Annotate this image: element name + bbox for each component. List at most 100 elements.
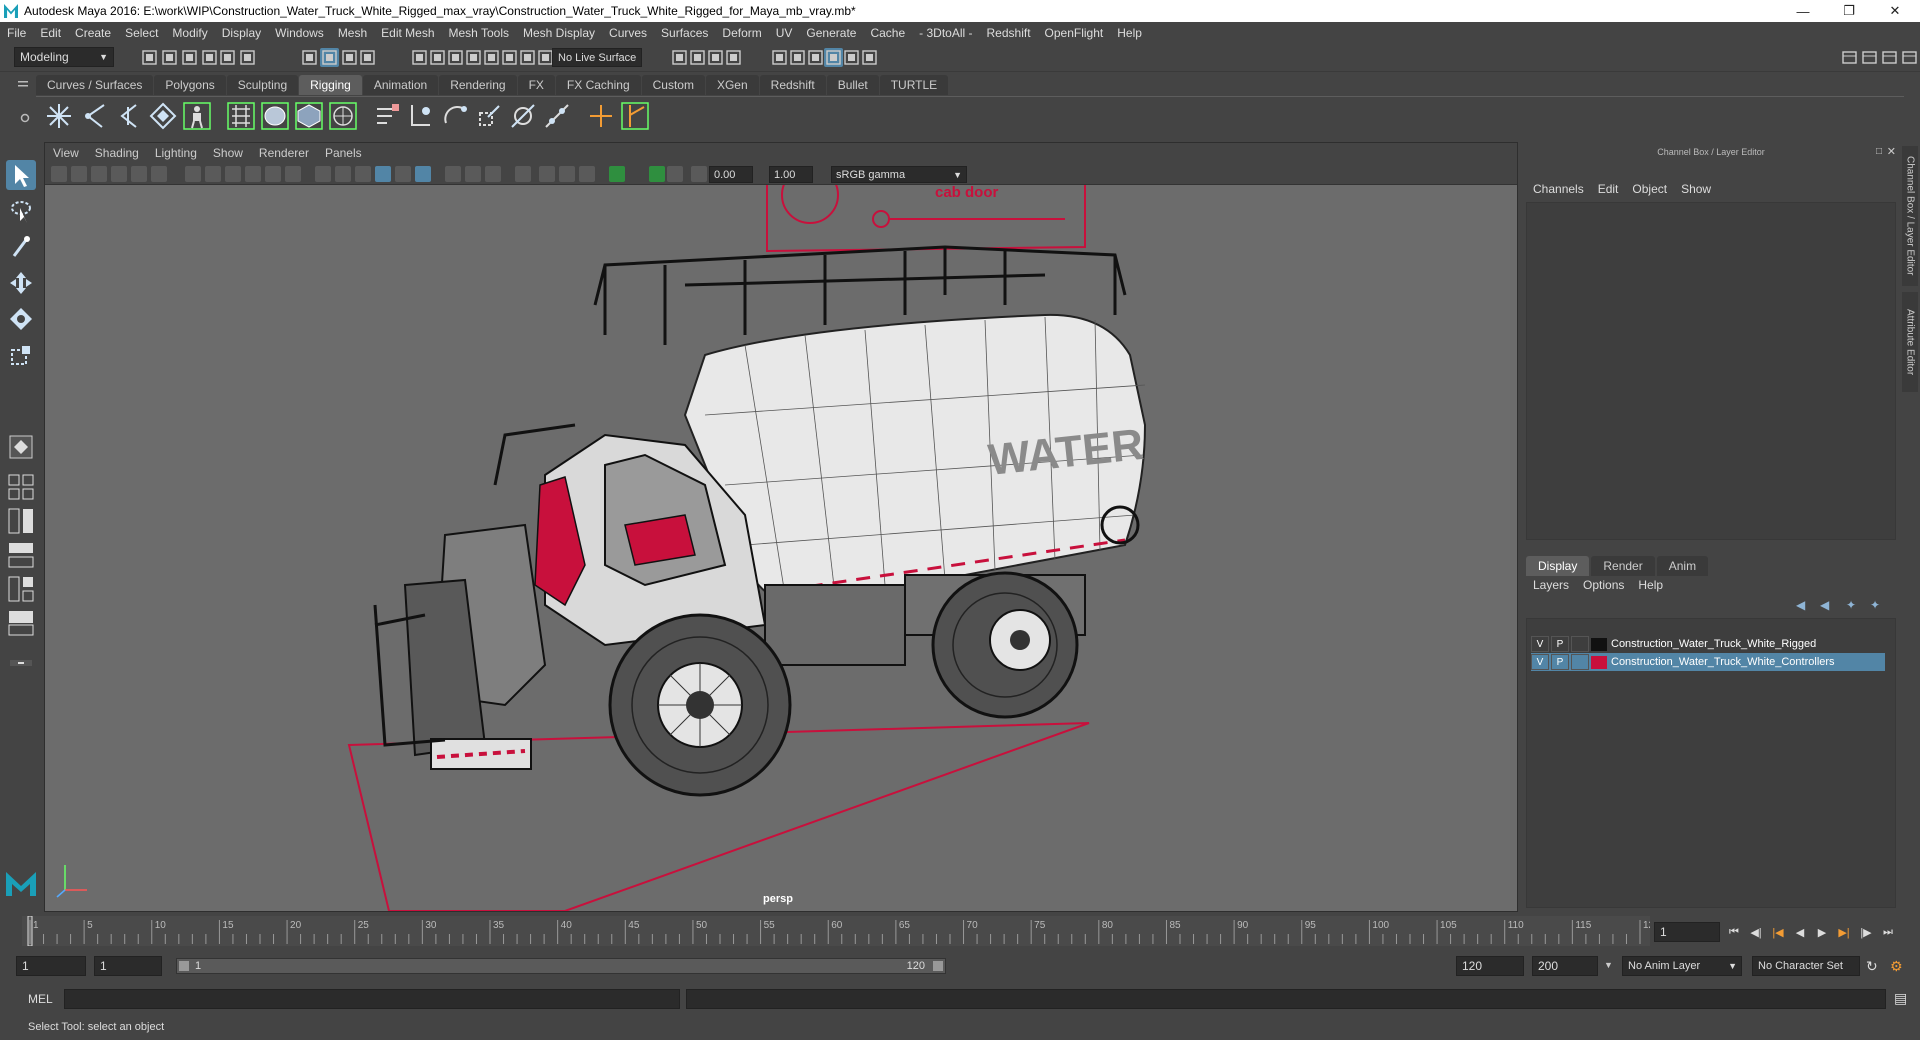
side-tab-channel-box[interactable]: Channel Box / Layer Editor bbox=[1902, 146, 1918, 286]
status-tool-3-icon[interactable] bbox=[180, 48, 199, 67]
colorspace-dropdown[interactable]: sRGB gamma ▼ bbox=[831, 166, 967, 183]
viewport-tool-8-icon[interactable] bbox=[205, 166, 221, 182]
layer-tab-display[interactable]: Display bbox=[1526, 556, 1590, 576]
viewport-tool-28-icon[interactable] bbox=[667, 166, 683, 182]
play-forwards-button[interactable]: ▶ bbox=[1812, 923, 1832, 941]
layer-color-swatch[interactable] bbox=[1591, 655, 1607, 669]
layout-outliner-button[interactable] bbox=[6, 574, 36, 604]
channel-box-area[interactable] bbox=[1526, 202, 1896, 540]
menu-surfaces[interactable]: Surfaces bbox=[654, 26, 715, 40]
layout-graph-button[interactable] bbox=[6, 608, 36, 638]
viewport-tool-16-icon[interactable] bbox=[375, 166, 391, 182]
pole-vector-button[interactable] bbox=[542, 101, 572, 131]
layout-single-button[interactable] bbox=[6, 472, 36, 502]
layer-menu-help[interactable]: Help bbox=[1631, 578, 1670, 592]
float-panel-icon[interactable]: □ bbox=[1876, 146, 1882, 157]
script-editor-icon[interactable]: ▤ bbox=[1894, 990, 1907, 1007]
viewport-tool-20-icon[interactable] bbox=[465, 166, 481, 182]
shelf-tab-rendering[interactable]: Rendering bbox=[439, 75, 517, 95]
layer-tab-render[interactable]: Render bbox=[1591, 556, 1655, 576]
viewport-menu-lighting[interactable]: Lighting bbox=[147, 146, 205, 160]
layer-visibility-toggle[interactable]: V bbox=[1531, 654, 1549, 670]
go-to-start-button[interactable]: ⏮ bbox=[1724, 923, 1744, 941]
menu-edit[interactable]: Edit bbox=[33, 26, 68, 40]
point-constraint-button[interactable] bbox=[406, 101, 436, 131]
toolbox-expand-button[interactable] bbox=[6, 648, 36, 678]
shelf-settings-icon[interactable] bbox=[20, 112, 30, 123]
menu-cache[interactable]: Cache bbox=[863, 26, 912, 40]
menu-deform[interactable]: Deform bbox=[715, 26, 768, 40]
shelf-tab-fx[interactable]: FX bbox=[517, 75, 555, 95]
status-tool-9-icon[interactable] bbox=[340, 48, 359, 67]
viewport-tool-4-icon[interactable] bbox=[111, 166, 127, 182]
parent-constraint-button[interactable] bbox=[372, 101, 402, 131]
menu-windows[interactable]: Windows bbox=[268, 26, 331, 40]
layout-stack-button[interactable] bbox=[6, 540, 36, 570]
viewport-tool-11-icon[interactable] bbox=[265, 166, 281, 182]
viewport-panel[interactable]: View Shading Lighting Show Renderer Panels 0.… bbox=[44, 142, 1518, 912]
range-start-handle[interactable] bbox=[179, 961, 189, 971]
anim-layer-dropdown[interactable]: No Anim Layer ▼ bbox=[1622, 956, 1742, 976]
step-back-key-button[interactable]: ◀| bbox=[1746, 923, 1766, 941]
side-tab-attribute-editor[interactable]: Attribute Editor bbox=[1902, 292, 1918, 392]
shelf-tab-fx-caching[interactable]: FX Caching bbox=[555, 75, 641, 95]
status-tool-16-icon[interactable] bbox=[500, 48, 519, 67]
lattice-button[interactable] bbox=[328, 101, 358, 131]
new-empty-layer-icon[interactable]: ✦ bbox=[1846, 598, 1856, 612]
rotate-tool-button[interactable] bbox=[6, 304, 36, 334]
minimize-button[interactable]: — bbox=[1780, 0, 1826, 22]
shelf-tab-xgen[interactable]: XGen bbox=[705, 75, 759, 95]
viewport-tool-10-icon[interactable] bbox=[245, 166, 261, 182]
move-layer-up-icon[interactable]: ◀ bbox=[1796, 598, 1805, 612]
step-back-frame-button[interactable]: |◀ bbox=[1768, 923, 1788, 941]
channel-menu-object[interactable]: Object bbox=[1625, 182, 1674, 196]
layer-row[interactable]: V P Construction_Water_Truck_White_Control… bbox=[1531, 653, 1885, 671]
status-tool-4-icon[interactable] bbox=[200, 48, 219, 67]
range-slider[interactable]: 1 120 bbox=[176, 958, 946, 974]
command-input[interactable] bbox=[64, 989, 680, 1009]
end-time-field[interactable]: 200 bbox=[1532, 956, 1598, 976]
start-time-field[interactable]: 1 bbox=[16, 956, 86, 976]
viewport-tool-21-icon[interactable] bbox=[485, 166, 501, 182]
status-tool-14-icon[interactable] bbox=[464, 48, 483, 67]
shelf-tab-custom[interactable]: Custom bbox=[641, 75, 705, 95]
status-tool-25-icon[interactable] bbox=[806, 48, 825, 67]
viewport-tool-19-icon[interactable] bbox=[445, 166, 461, 182]
layer-row[interactable]: V P Construction_Water_Truck_White_Rigged bbox=[1531, 635, 1885, 653]
viewport-tool-27-icon[interactable] bbox=[649, 166, 665, 182]
status-tool-2-icon[interactable] bbox=[160, 48, 179, 67]
menu-uv[interactable]: UV bbox=[769, 26, 800, 40]
viewport-menu-renderer[interactable]: Renderer bbox=[251, 146, 317, 160]
menu-3dtoall[interactable]: - 3DtoAll - bbox=[912, 26, 979, 40]
menu-mesh-tools[interactable]: Mesh Tools bbox=[442, 26, 516, 40]
menu-redshift[interactable]: Redshift bbox=[980, 26, 1038, 40]
viewport-tool-15-icon[interactable] bbox=[355, 166, 371, 182]
status-tool-22-icon[interactable] bbox=[724, 48, 743, 67]
joint-tool-button[interactable] bbox=[44, 101, 74, 131]
time-slider[interactable]: 1 5 10 15 20 25 30 35 40 45 50 55 60 65 70 75 80 85 90 95 10… bbox=[22, 916, 1650, 946]
status-tool-17-icon[interactable] bbox=[518, 48, 537, 67]
viewport-menu-shading[interactable]: Shading bbox=[87, 146, 147, 160]
auto-key-icon[interactable]: ↻ bbox=[1866, 958, 1878, 975]
workspace-toggle-2-icon[interactable] bbox=[1860, 48, 1879, 67]
menu-file[interactable]: File bbox=[0, 26, 33, 40]
menu-select[interactable]: Select bbox=[118, 26, 165, 40]
viewport-tool-29-icon[interactable] bbox=[691, 166, 707, 182]
viewport-tool-13-icon[interactable] bbox=[315, 166, 331, 182]
menu-curves[interactable]: Curves bbox=[602, 26, 654, 40]
status-tool-28-icon[interactable] bbox=[860, 48, 879, 67]
shelf-tab-redshift[interactable]: Redshift bbox=[759, 75, 826, 95]
viewport-tool-18-icon[interactable] bbox=[415, 166, 431, 182]
channel-menu-channels[interactable]: Channels bbox=[1526, 182, 1591, 196]
layer-display-type-toggle[interactable] bbox=[1571, 654, 1589, 670]
playback-start-field[interactable]: 1 bbox=[94, 956, 162, 976]
status-tool-26-icon[interactable] bbox=[824, 48, 843, 67]
status-tool-21-icon[interactable] bbox=[706, 48, 725, 67]
select-tool-button[interactable] bbox=[6, 160, 36, 190]
channel-menu-show[interactable]: Show bbox=[1674, 182, 1718, 196]
soft-select-button[interactable] bbox=[6, 432, 36, 462]
status-tool-20-icon[interactable] bbox=[688, 48, 707, 67]
paint-weights-button[interactable] bbox=[294, 101, 324, 131]
status-tool-24-icon[interactable] bbox=[788, 48, 807, 67]
workspace-toggle-4-icon[interactable] bbox=[1900, 48, 1919, 67]
